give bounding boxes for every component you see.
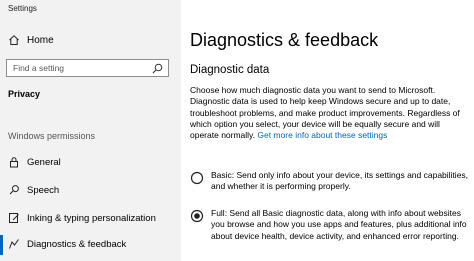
inking-icon bbox=[8, 212, 20, 224]
page-title: Diagnostics & feedback bbox=[190, 30, 379, 50]
window-title: Settings bbox=[8, 4, 37, 13]
search-icon[interactable] bbox=[152, 63, 163, 74]
sidebar-item-label: Home bbox=[27, 35, 54, 46]
sidebar-item-label: Diagnostics & feedback bbox=[27, 239, 127, 250]
section-heading-windows-permissions: Windows permissions bbox=[8, 131, 96, 141]
sidebar-item-general[interactable]: General bbox=[0, 153, 181, 173]
home-icon bbox=[8, 34, 20, 46]
search-box[interactable] bbox=[6, 59, 169, 77]
sidebar-item-home[interactable]: Home bbox=[0, 30, 181, 52]
lock-icon bbox=[8, 156, 20, 168]
description-text: Choose how much diagnostic data you want… bbox=[190, 85, 460, 141]
settings-window: Settings Home Privacy Windows permission… bbox=[0, 0, 474, 261]
sidebar-item-speech[interactable]: Speech bbox=[0, 181, 181, 201]
section-title: Diagnostic data bbox=[190, 64, 270, 76]
feedback-icon bbox=[8, 238, 20, 250]
sidebar-item-inking-typing[interactable]: Inking & typing personalization bbox=[0, 209, 181, 229]
content-pane: Diagnostics & feedback Diagnostic data C… bbox=[181, 0, 474, 261]
more-info-link[interactable]: Get more info about these settings bbox=[257, 130, 387, 140]
sidebar-item-label: Inking & typing personalization bbox=[27, 213, 156, 224]
microphone-icon bbox=[8, 184, 20, 196]
sidebar-item-label: General bbox=[27, 157, 61, 168]
full-option-label[interactable]: Full: Send all Basic diagnostic data, al… bbox=[211, 208, 471, 242]
basic-radio-button[interactable] bbox=[190, 171, 204, 185]
search-input[interactable] bbox=[13, 62, 143, 74]
full-radio-button[interactable] bbox=[190, 209, 204, 223]
sidebar-item-diagnostics-feedback[interactable]: Diagnostics & feedback bbox=[0, 235, 181, 255]
basic-option-label[interactable]: Basic: Send only info about your device,… bbox=[211, 170, 471, 193]
sidebar: Settings Home Privacy Windows permission… bbox=[0, 0, 181, 261]
sidebar-item-label: Speech bbox=[27, 185, 60, 196]
section-heading-privacy: Privacy bbox=[8, 89, 41, 99]
